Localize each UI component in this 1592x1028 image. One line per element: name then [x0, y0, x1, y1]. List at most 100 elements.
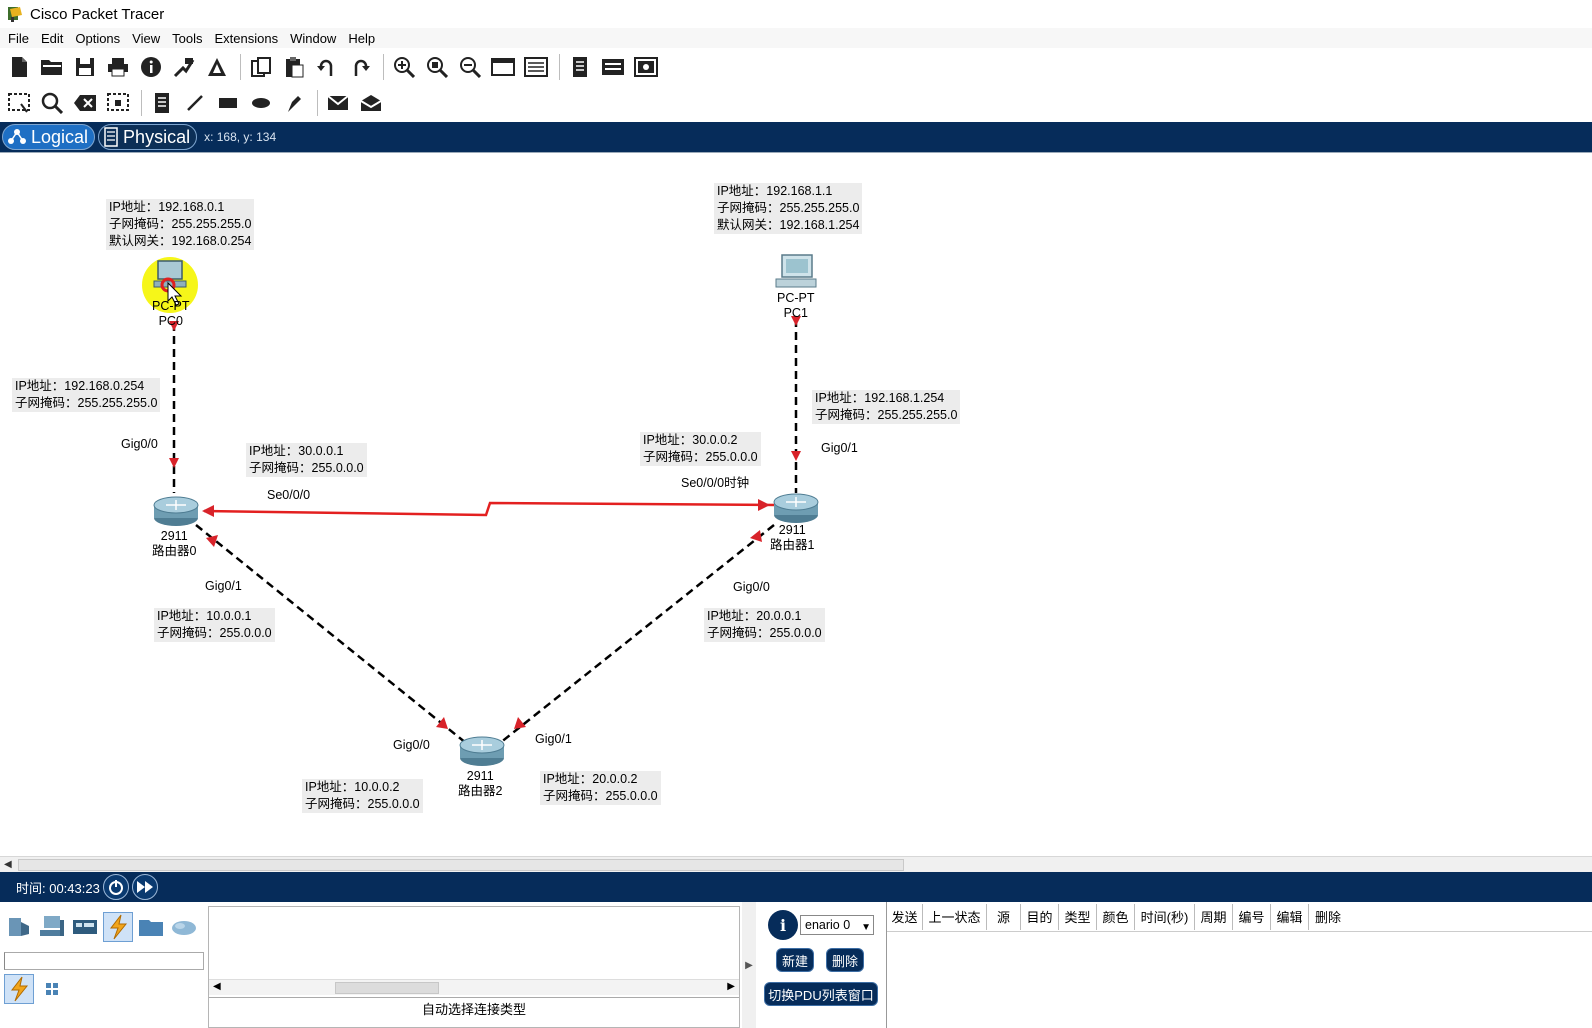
redo-icon[interactable] [345, 52, 375, 82]
delete-icon[interactable] [70, 88, 100, 118]
menu-tools[interactable]: Tools [166, 31, 208, 46]
undo-icon[interactable] [312, 52, 342, 82]
router0-g00-port-label: Gig0/0 [121, 437, 158, 451]
draw-ellipse-icon[interactable] [246, 88, 276, 118]
drawing-palette-icon[interactable] [488, 52, 518, 82]
draw-rectangle-icon[interactable] [213, 88, 243, 118]
device-type-palette [0, 902, 206, 1028]
router1-g01-ip-label: IP地址：192.168.1.254 [815, 391, 945, 405]
miscellaneous-icon[interactable] [136, 912, 166, 942]
notes-icon[interactable] [565, 52, 595, 82]
window-title: Cisco Packet Tracer [30, 5, 165, 23]
auto-connection-icon[interactable] [4, 974, 34, 1004]
menu-window[interactable]: Window [284, 31, 342, 46]
connections-icon[interactable] [103, 912, 133, 942]
copy-icon[interactable] [246, 52, 276, 82]
complex-pdu-icon[interactable] [356, 88, 386, 118]
power-cycle-button[interactable] [102, 874, 129, 900]
router2-device[interactable] [459, 736, 505, 766]
fast-forward-icon [136, 881, 153, 893]
toggle-pdu-list-button[interactable]: 切换PDU列表窗口 [764, 982, 878, 1006]
col-time[interactable]: 时间(秒) [1135, 903, 1195, 930]
inspect-icon[interactable] [37, 88, 67, 118]
zoom-in-icon[interactable] [389, 52, 419, 82]
router2-g00-ip-label: IP地址：10.0.0.2 [305, 780, 400, 794]
end-devices-icon[interactable] [37, 912, 67, 942]
custom-devices-icon[interactable] [521, 52, 551, 82]
router1-s000-mask-label: 子网掩码：255.0.0.0 [643, 450, 758, 464]
components-icon[interactable] [70, 912, 100, 942]
expand-arrow-icon[interactable]: ▶ [745, 960, 753, 971]
workspace-mode-bar: Logical Physical x: 168, y: 134 [0, 122, 1592, 152]
col-edit[interactable]: 编辑 [1271, 903, 1309, 930]
zoom-reset-icon[interactable] [422, 52, 452, 82]
open-icon[interactable] [37, 52, 67, 82]
resize-icon[interactable] [103, 88, 133, 118]
device-list-scrollbar[interactable]: ◀ ▶ [209, 979, 739, 995]
logical-workspace[interactable]: IP地址：192.168.0.1 子网掩码：255.255.255.0 默认网关… [0, 152, 1592, 856]
col-destination[interactable]: 目的 [1021, 903, 1059, 930]
device-filter-field[interactable] [4, 952, 204, 970]
info-icon[interactable] [136, 52, 166, 82]
workspace-horizontal-scrollbar[interactable]: ◀ [0, 856, 1592, 872]
scroll-left-icon[interactable]: ◀ [213, 981, 221, 992]
panel-splitter[interactable]: ▶ [742, 902, 756, 1028]
col-last-status[interactable]: 上一状态 [923, 903, 987, 930]
router1-s000-ip-label: IP地址：30.0.0.2 [643, 433, 738, 447]
col-delete[interactable]: 删除 [1309, 904, 1347, 930]
router1-name-label: 路由器1 [770, 538, 815, 552]
col-num[interactable]: 编号 [1233, 903, 1271, 930]
scroll-thumb[interactable] [18, 859, 904, 871]
col-source[interactable]: 源 [987, 903, 1021, 930]
multiuser-icon[interactable] [169, 912, 199, 942]
print-icon[interactable] [103, 52, 133, 82]
col-periodic[interactable]: 周期 [1195, 903, 1233, 930]
status-indicator [206, 535, 218, 547]
delete-scenario-button[interactable]: 删除 [826, 948, 864, 972]
col-send[interactable]: 发送 [887, 903, 923, 930]
logical-tab[interactable]: Logical [2, 124, 96, 150]
draw-line-icon[interactable] [180, 88, 210, 118]
menu-help[interactable]: Help [342, 31, 381, 46]
scenario-select[interactable]: enario 0 ▼ [800, 915, 874, 935]
viewport-icon[interactable] [598, 52, 628, 82]
grid-view-icon[interactable] [37, 974, 67, 1004]
cursor-coordinates: x: 168, y: 134 [204, 130, 277, 144]
link-serial-router0-router1[interactable] [203, 501, 777, 517]
router0-device[interactable] [153, 496, 199, 526]
router1-device[interactable] [773, 493, 819, 523]
save-icon[interactable] [70, 52, 100, 82]
place-note-icon[interactable] [147, 88, 177, 118]
simple-pdu-icon[interactable] [323, 88, 353, 118]
scroll-thumb[interactable] [335, 982, 439, 994]
col-type[interactable]: 类型 [1059, 903, 1097, 930]
physical-tab[interactable]: Physical [98, 124, 198, 150]
menu-view[interactable]: View [126, 31, 166, 46]
status-indicator [791, 451, 801, 461]
status-indicator [202, 505, 214, 517]
network-devices-icon[interactable] [4, 912, 34, 942]
fast-forward-button[interactable] [131, 874, 158, 900]
menu-edit[interactable]: Edit [35, 31, 69, 46]
new-icon[interactable] [4, 52, 34, 82]
scroll-left-icon[interactable]: ◀ [4, 859, 12, 870]
freeform-icon[interactable] [279, 88, 309, 118]
network-wizard-icon[interactable] [169, 52, 199, 82]
activity-wizard-icon[interactable] [202, 52, 232, 82]
zoom-out-icon[interactable] [455, 52, 485, 82]
menu-options[interactable]: Options [69, 31, 126, 46]
menu-extensions[interactable]: Extensions [208, 31, 284, 46]
toolbar-separator [317, 90, 318, 116]
new-scenario-button[interactable]: 新建 [776, 948, 814, 972]
pc1-name: PC-PT PC1 [777, 291, 815, 321]
menu-file[interactable]: File [2, 31, 35, 46]
scroll-right-icon[interactable]: ▶ [727, 981, 735, 992]
paste-icon[interactable] [279, 52, 309, 82]
col-color[interactable]: 颜色 [1097, 903, 1135, 930]
screenshot-icon[interactable] [631, 52, 661, 82]
router0-name: 2911 路由器0 [152, 529, 196, 559]
select-icon[interactable] [4, 88, 34, 118]
scenario-select-value: enario 0 [805, 918, 851, 932]
pc1-device[interactable] [775, 254, 817, 288]
scenario-info-button[interactable]: i [768, 910, 798, 940]
